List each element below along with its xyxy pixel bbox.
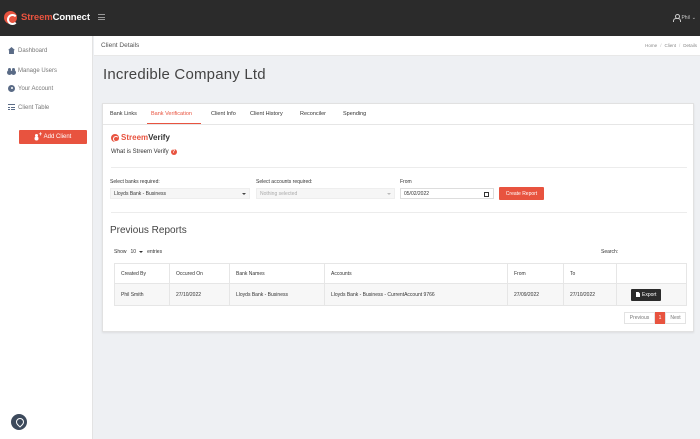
breadcrumb-home[interactable]: Home	[645, 43, 657, 48]
sidebar-item-manage-users[interactable]: Manage Users	[8, 67, 57, 74]
previous-reports-title: Previous Reports	[110, 225, 187, 236]
sidebar-item-dashboard[interactable]: Dashboard	[8, 47, 47, 54]
from-label: From	[400, 179, 412, 185]
column-header	[616, 263, 687, 284]
tab-reconciler[interactable]: Reconciler	[300, 111, 326, 117]
tab-spending[interactable]: Spending	[343, 111, 366, 117]
brand-name: StreemConnect	[21, 12, 90, 23]
column-header[interactable]: Occured On	[169, 263, 230, 284]
streem-verify-help[interactable]: What is Streem Verify ?	[111, 149, 177, 155]
cell-action: Export	[616, 283, 687, 306]
caret-down-icon	[242, 193, 246, 195]
cell-bank-names: Lloyds Bank - Business	[229, 283, 325, 306]
sidebar-item-your-account[interactable]: Your Account	[8, 85, 53, 92]
banks-select[interactable]: Lloyds Bank - Business	[110, 188, 250, 199]
pagination-previous[interactable]: Previous	[624, 312, 655, 324]
divider	[111, 167, 687, 168]
page-header: Client Details Home / Client / Details	[94, 36, 700, 56]
divider	[111, 212, 687, 213]
active-tab-indicator	[147, 123, 201, 124]
breadcrumb: Home / Client / Details	[645, 43, 697, 48]
add-client-button[interactable]: Add Client	[19, 130, 87, 144]
tab-bank-verification[interactable]: Bank Verification	[151, 111, 192, 117]
tab-client-info[interactable]: Client Info	[211, 111, 236, 117]
streem-verify-logo: StreemVerify	[111, 133, 170, 142]
menu-toggle-icon[interactable]	[98, 14, 105, 20]
cell-occured-on: 27/10/2022	[169, 283, 230, 306]
users-icon	[8, 67, 15, 74]
caret-down-icon	[387, 193, 391, 195]
table-icon	[8, 104, 15, 111]
cell-from: 27/09/2022	[507, 283, 564, 306]
caret-down-icon	[139, 251, 144, 253]
banks-label: Select banks required:	[110, 179, 160, 185]
entries-select[interactable]: 10	[129, 249, 146, 255]
sidebar-item-label: Manage Users	[18, 67, 58, 74]
create-report-button[interactable]: Create Report	[499, 187, 544, 200]
header-title: Client Details	[101, 42, 140, 49]
location-pin-icon[interactable]	[11, 414, 27, 430]
column-header[interactable]: To	[563, 263, 617, 284]
calendar-icon[interactable]	[484, 191, 489, 197]
breadcrumb-separator: /	[660, 43, 662, 48]
user-icon	[673, 14, 682, 22]
table-row: Phil Smith 27/10/2022 Lloyds Bank - Busi…	[114, 283, 687, 306]
user-menu[interactable]: Phil ⌄	[673, 14, 696, 22]
column-header[interactable]: Bank Names	[229, 263, 325, 284]
show-entries: Show 10 entries	[114, 249, 163, 255]
column-header[interactable]: Accounts	[324, 263, 508, 284]
home-icon	[8, 47, 15, 54]
client-details-card: Bank Links Bank Verification Client Info…	[102, 103, 694, 332]
help-icon[interactable]: ?	[170, 149, 177, 155]
add-user-icon	[34, 132, 42, 140]
sidebar: Dashboard Manage Users Your Account Clie…	[0, 36, 93, 439]
table-header-row: Created By Occured On Bank Names Account…	[114, 263, 687, 284]
page-title: Incredible Company Ltd	[103, 66, 266, 83]
sidebar-item-client-table[interactable]: Client Table	[8, 104, 49, 111]
user-name: Phil	[681, 14, 690, 21]
cell-accounts: Lloyds Bank - Business - CurrentAccount …	[324, 283, 508, 306]
reports-table: Created By Occured On Bank Names Account…	[114, 263, 687, 306]
sidebar-item-label: Your Account	[18, 85, 54, 92]
file-export-icon	[636, 292, 640, 297]
breadcrumb-client[interactable]: Client	[664, 43, 676, 48]
streem-verify-icon	[111, 133, 119, 142]
from-date-input[interactable]: 05/02/2022	[400, 188, 494, 199]
brand-logo[interactable]: StreemConnect	[4, 11, 90, 25]
account-icon	[8, 85, 15, 92]
search-label: Search:	[601, 249, 619, 255]
breadcrumb-details: Details	[683, 43, 697, 48]
chevron-down-icon: ⌄	[691, 14, 696, 21]
accounts-select[interactable]: Nothing selected	[256, 188, 395, 199]
column-header[interactable]: Created By	[114, 263, 170, 284]
streem-logo-icon	[4, 11, 18, 25]
tab-bank-links[interactable]: Bank Links	[110, 111, 137, 117]
sidebar-item-label: Client Table	[18, 104, 50, 111]
pagination: Previous 1 Next	[624, 312, 686, 324]
cell-created-by: Phil Smith	[114, 283, 170, 306]
pagination-page-1[interactable]: 1	[655, 312, 665, 324]
breadcrumb-separator: /	[678, 43, 681, 48]
sidebar-item-label: Dashboard	[18, 47, 48, 54]
cell-to: 27/10/2022	[563, 283, 617, 306]
pagination-next[interactable]: Next	[665, 312, 686, 324]
column-header[interactable]: From	[507, 263, 564, 284]
top-bar: StreemConnect Phil ⌄	[0, 0, 700, 36]
export-button[interactable]: Export	[631, 288, 662, 301]
tab-client-history[interactable]: Client History	[250, 111, 283, 117]
accounts-label: Select accounts required:	[256, 179, 313, 185]
tab-bar: Bank Links Bank Verification Client Info…	[103, 104, 693, 125]
search-input[interactable]	[624, 246, 686, 256]
